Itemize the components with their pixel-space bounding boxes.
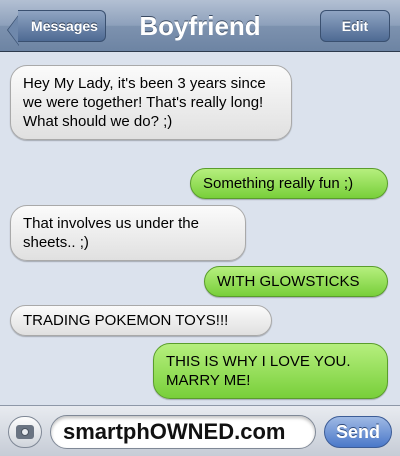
camera-button[interactable]	[8, 416, 42, 448]
message-bubble-sent: WITH GLOWSTICKS	[204, 266, 388, 297]
messages-back-button[interactable]: Messages	[18, 10, 106, 42]
navigation-bar: Messages Boyfriend Edit	[0, 0, 400, 52]
message-bubble-received: That involves us under the sheets.. ;)	[10, 205, 246, 261]
message-bubble-sent: THIS IS WHY I LOVE YOU. MARRY ME!	[153, 343, 388, 399]
message-input-bar: smartphOWNED.com Send	[0, 405, 400, 456]
message-text-field[interactable]: smartphOWNED.com	[50, 415, 316, 449]
conversation-title: Boyfriend	[139, 11, 261, 41]
edit-button[interactable]: Edit	[320, 10, 390, 42]
message-thread[interactable]: Hey My Lady, it's been 3 years since we …	[0, 53, 400, 405]
camera-lens	[21, 428, 29, 436]
message-bubble-sent: Something really fun ;)	[190, 168, 388, 199]
send-button[interactable]: Send	[324, 416, 392, 448]
camera-icon	[16, 425, 34, 439]
message-bubble-received: TRADING POKEMON TOYS!!!	[10, 305, 272, 336]
message-bubble-received: Hey My Lady, it's been 3 years since we …	[10, 65, 292, 140]
